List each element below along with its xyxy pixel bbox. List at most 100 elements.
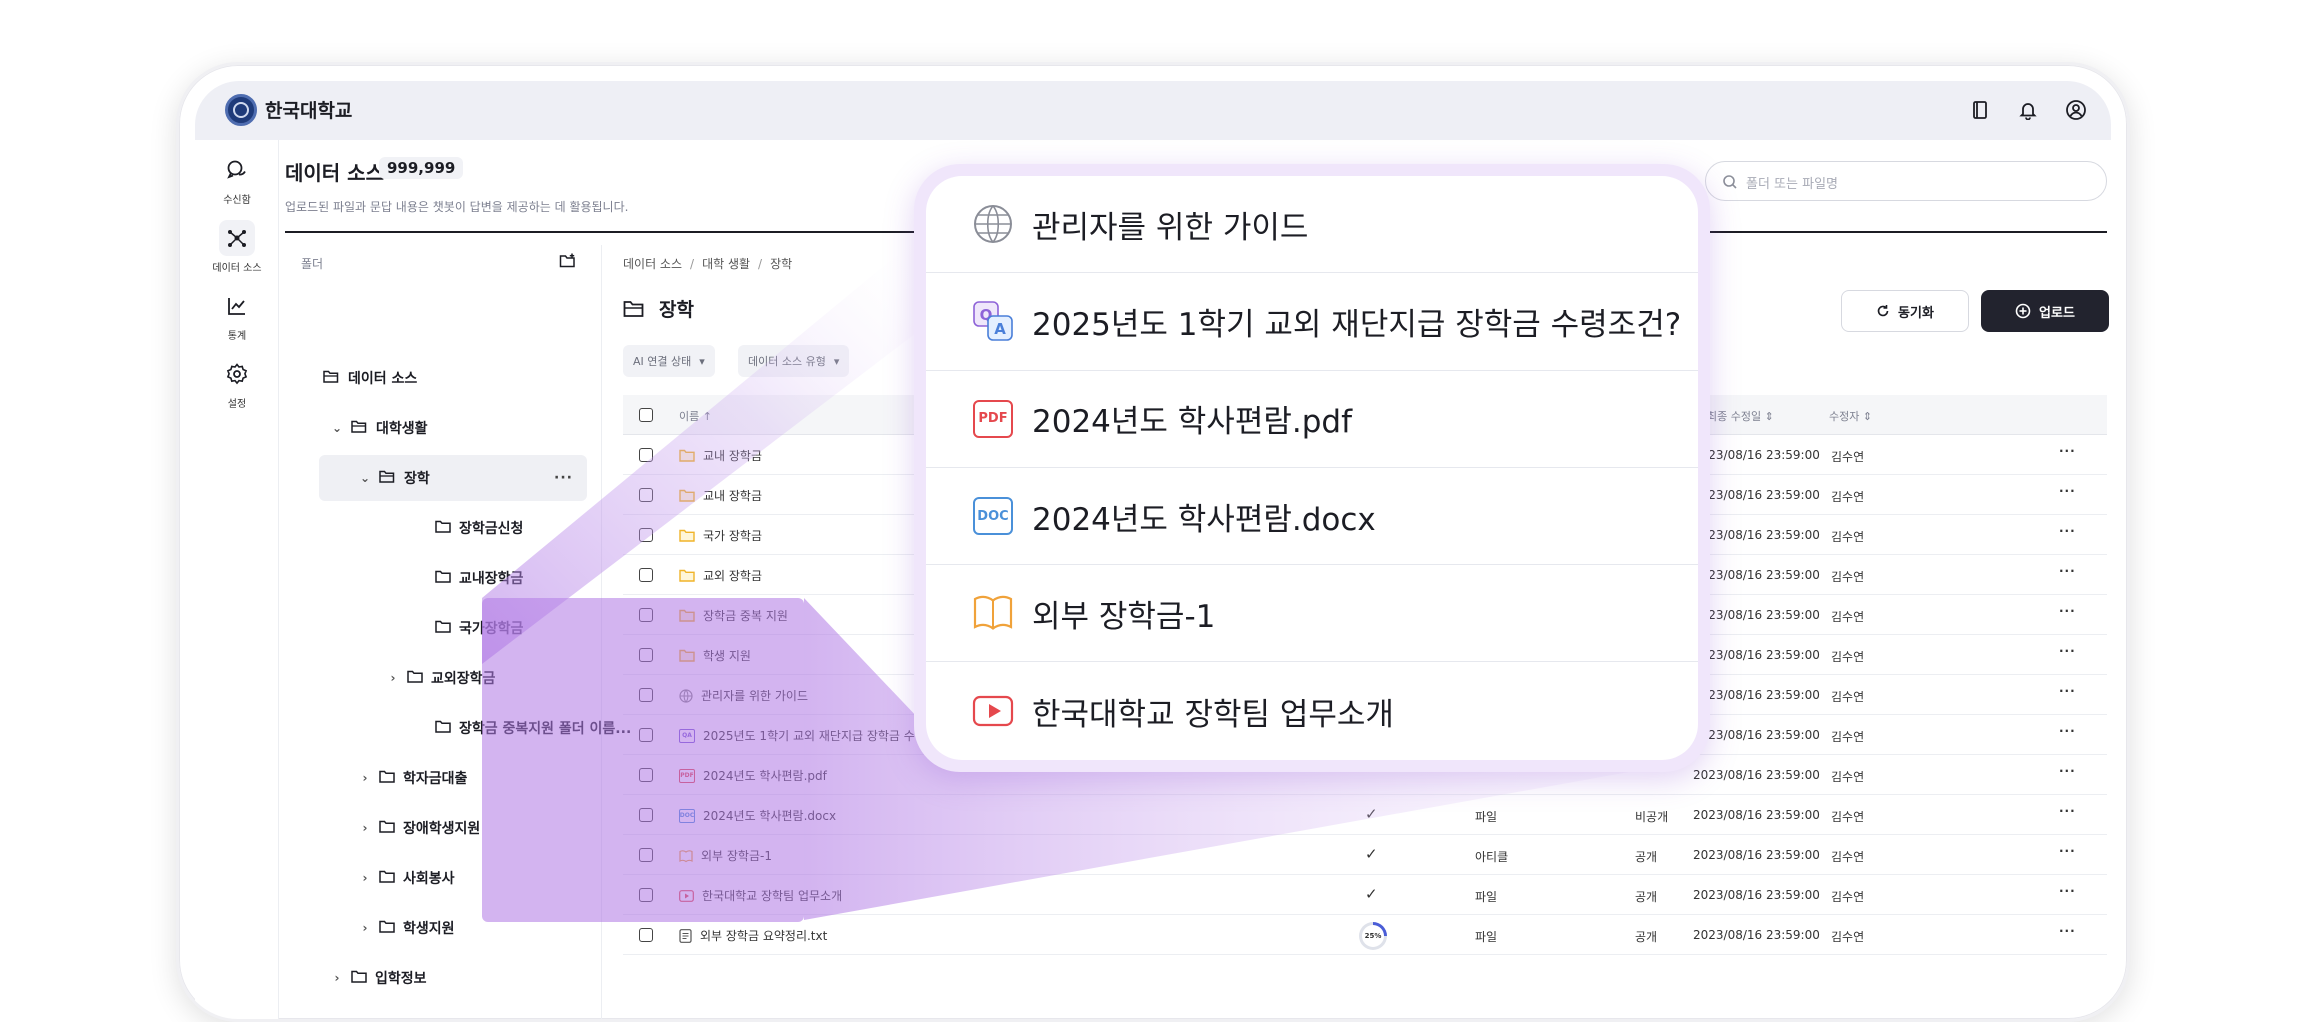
chevron-right-icon[interactable]: › (327, 971, 347, 985)
search-input[interactable]: 폴더 또는 파일명 (1705, 161, 2107, 201)
tree-item[interactable]: ›학생지원 (355, 905, 455, 951)
upload-button[interactable]: 업로드 (1981, 290, 2109, 332)
chevron-down-icon[interactable]: ⌄ (327, 421, 347, 435)
tree-item[interactable]: 데이터 소스 (299, 355, 417, 401)
globe-icon (972, 203, 1014, 245)
row-more-icon[interactable]: ··· (2059, 884, 2076, 898)
filter-label: 데이터 소스 유형 (748, 353, 826, 369)
tree-item[interactable]: ›대학소개 (327, 1005, 427, 1022)
breadcrumb-item[interactable]: 대학 생활 (702, 257, 750, 271)
preview-item[interactable]: PDF2024년도 학사편람.pdf (926, 371, 1698, 468)
tree-item[interactable]: ›학자금대출 (355, 755, 467, 801)
tree-item[interactable]: ›교외장학금 (383, 655, 495, 701)
row-checkbox[interactable] (639, 448, 653, 462)
table-row[interactable]: 한국대학교 장학팀 업무소개✓파일공개2023/08/16 23:59:00김수… (623, 875, 2107, 915)
preview-item[interactable]: 외부 장학금-1 (926, 565, 1698, 662)
row-date: 2023/08/16 23:59:00 (1693, 928, 1820, 942)
tree-item[interactable]: ›사회봉사 (355, 855, 455, 901)
column-modified[interactable]: 최종 수정일 ⇕ (1707, 408, 1774, 424)
sync-button[interactable]: 동기화 (1841, 290, 1969, 332)
bell-icon[interactable] (2015, 97, 2041, 123)
progress-ring: 25% (1359, 922, 1387, 950)
folder-title-text: 장학 (659, 295, 694, 322)
folder-icon (407, 670, 423, 687)
row-more-icon[interactable]: ··· (2059, 644, 2076, 658)
rail-item-datasource[interactable]: 데이터 소스 (195, 220, 279, 282)
sort-icon: ⇕ (1765, 410, 1774, 423)
row-name[interactable]: 외부 장학금 요약정리.txt (679, 927, 827, 944)
tree-item[interactable]: 장학금신청 (411, 505, 523, 551)
row-checkbox[interactable] (639, 528, 653, 542)
folder-icon (679, 449, 695, 462)
table-row[interactable]: 외부 장학금-1✓아티클공개2023/08/16 23:59:00김수연··· (623, 835, 2107, 875)
new-folder-icon[interactable] (559, 253, 577, 273)
row-checkbox[interactable] (639, 568, 653, 582)
preview-item[interactable]: DOC2024년도 학사편람.docx (926, 468, 1698, 565)
chevron-right-icon[interactable]: › (355, 871, 375, 885)
row-date: 2023/08/16 23:59:00 (1693, 568, 1820, 582)
tree-item[interactable]: ⌄장학··· (319, 455, 587, 501)
row-more-icon[interactable]: ··· (2059, 564, 2076, 578)
row-visibility: 공개 (1635, 888, 1657, 905)
rail-item-settings[interactable]: 설정 (195, 356, 279, 418)
column-modifier[interactable]: 수정자 ⇕ (1829, 408, 1872, 424)
tree-item[interactable]: ⌄대학생활 (327, 405, 428, 451)
sort-icon: ⇕ (1863, 410, 1872, 423)
preview-item[interactable]: 한국대학교 장학팀 업무소개 (926, 662, 1698, 759)
university-logo (225, 94, 257, 126)
preview-callout: 관리자를 위한 가이드QA2025년도 1학기 교외 재단지급 장학금 수령조건… (914, 164, 1710, 772)
tree-item-label: 장학금신청 (459, 518, 523, 538)
table-row[interactable]: 외부 장학금 요약정리.txt25%파일공개2023/08/16 23:59:0… (623, 915, 2107, 955)
tree-item-label: 교내장학금 (459, 568, 523, 588)
row-more-icon[interactable]: ··· (2059, 764, 2076, 778)
row-more-icon[interactable]: ··· (2059, 684, 2076, 698)
chevron-right-icon[interactable]: › (383, 671, 403, 685)
chevron-right-icon[interactable]: › (355, 821, 375, 835)
row-visibility: 공개 (1635, 848, 1657, 865)
chevron-down-icon[interactable]: ⌄ (355, 471, 375, 485)
preview-item-label: 외부 장학금-1 (1032, 591, 1215, 636)
breadcrumb-item[interactable]: 장학 (770, 257, 792, 271)
chart-icon (219, 288, 255, 324)
filter-source-type[interactable]: 데이터 소스 유형▾ (738, 345, 849, 377)
tree-item[interactable]: ›장애학생지원 (355, 805, 480, 851)
row-more-icon[interactable]: ··· (2059, 924, 2076, 938)
folder-icon (435, 570, 451, 587)
open-folder-icon (323, 370, 340, 387)
select-all-checkbox[interactable] (639, 408, 653, 422)
row-checkbox[interactable] (639, 928, 653, 942)
row-more-icon[interactable]: ··· (2059, 524, 2076, 538)
chevron-right-icon[interactable]: › (355, 921, 375, 935)
rail-label: 통계 (195, 327, 279, 342)
preview-item[interactable]: QA2025년도 1학기 교외 재단지급 장학금 수령조건? (926, 273, 1698, 370)
row-more-icon[interactable]: ··· (2059, 444, 2076, 458)
more-icon[interactable]: ··· (554, 470, 573, 486)
qa-icon: QA (972, 300, 1014, 342)
tree-item[interactable]: 교내장학금 (411, 555, 523, 601)
rail-item-inbox[interactable]: 수신함 (195, 152, 279, 214)
chat-icon (219, 152, 255, 188)
row-name[interactable]: 교외 장학금 (679, 567, 762, 584)
preview-item[interactable]: 관리자를 위한 가이드 (926, 176, 1698, 273)
book-icon[interactable] (1967, 97, 1993, 123)
row-more-icon[interactable]: ··· (2059, 604, 2076, 618)
row-checkbox[interactable] (639, 488, 653, 502)
rail-item-stats[interactable]: 통계 (195, 288, 279, 350)
tree-item[interactable]: ›입학정보 (327, 955, 427, 1001)
filter-ai-status[interactable]: AI 연결 상태▾ (623, 345, 715, 377)
row-name[interactable]: 교내 장학금 (679, 447, 762, 464)
table-row[interactable]: DOC2024년도 학사편람.docx✓파일비공개2023/08/16 23:5… (623, 795, 2107, 835)
row-more-icon[interactable]: ··· (2059, 484, 2076, 498)
row-name[interactable]: 국가 장학금 (679, 527, 762, 544)
row-more-icon[interactable]: ··· (2059, 804, 2076, 818)
pdf-icon: PDF (972, 398, 1014, 440)
row-more-icon[interactable]: ··· (2059, 724, 2076, 738)
column-name[interactable]: 이름 ↑ (679, 408, 712, 424)
row-name[interactable]: 교내 장학금 (679, 487, 762, 504)
breadcrumb-item[interactable]: 데이터 소스 (623, 257, 682, 271)
account-icon[interactable] (2063, 97, 2089, 123)
row-more-icon[interactable]: ··· (2059, 844, 2076, 858)
row-date: 2023/08/16 23:59:00 (1693, 648, 1820, 662)
folder-icon (379, 920, 395, 937)
chevron-right-icon[interactable]: › (355, 771, 375, 785)
